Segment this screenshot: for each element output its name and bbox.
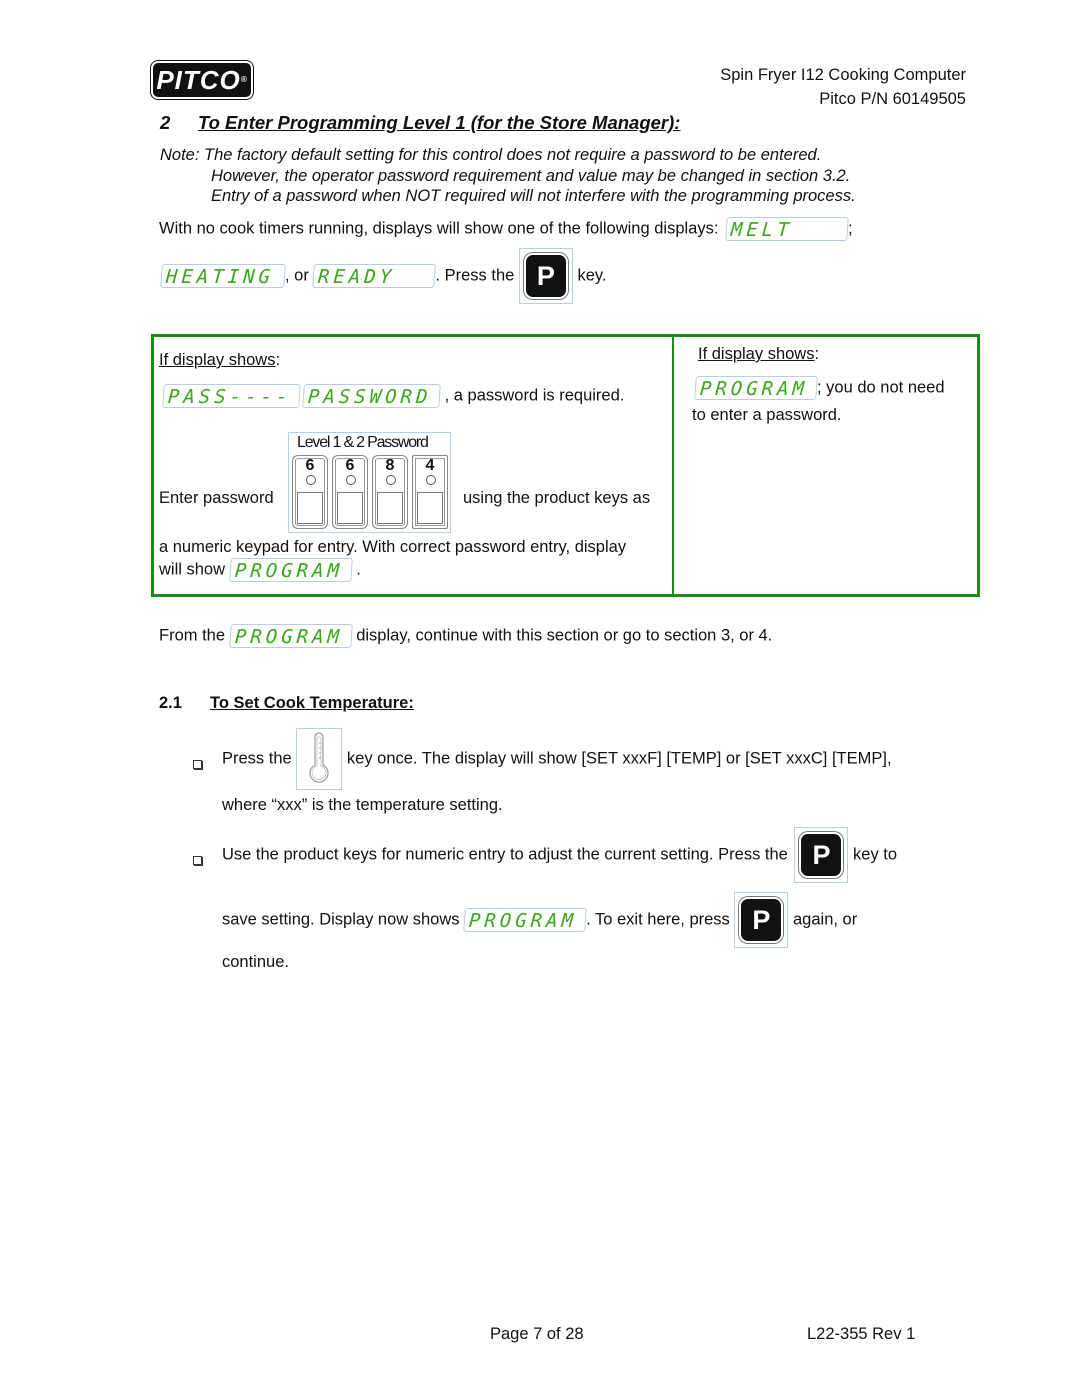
intro-line-1: With no cook timers running, displays wi…: [159, 217, 853, 241]
lcd-display-program: PROGRAM: [228, 624, 353, 648]
separator: ;: [848, 219, 853, 238]
numeric-keypad-text: a numeric keypad for entry. With correct…: [159, 538, 627, 556]
key-suffix: key.: [577, 266, 607, 285]
subsection-number: 2.1: [159, 694, 182, 712]
save-text: save setting. Display now shows: [222, 910, 460, 929]
note-line-3: Entry of a password when NOT required wi…: [211, 187, 856, 205]
step-2-text: Use the product keys for numeric entry t…: [222, 845, 788, 864]
p-key-icon: P: [741, 899, 782, 941]
left-if-display-shows: If display shows:: [159, 351, 280, 370]
document-revision: L22-355 Rev 1: [807, 1325, 916, 1343]
colon: :: [814, 345, 820, 363]
key-pad: [297, 492, 323, 524]
right-if-display-shows: If display shows:: [698, 345, 819, 364]
lcd-display-program: PROGRAM: [694, 376, 818, 400]
lcd-display-ready: READY: [312, 264, 437, 288]
intro-text: With no cook timers running, displays wi…: [159, 219, 719, 238]
product-key-3[interactable]: 8: [372, 455, 408, 529]
header-product: Spin Fryer I12 Cooking Computer: [720, 66, 966, 84]
led-icon: [426, 475, 436, 485]
no-need-text: ; you do not need: [817, 378, 945, 397]
lcd-display-password: PASSWORD: [302, 384, 441, 408]
from-text: From the: [159, 626, 226, 645]
password-displays-line: PASS---- PASSWORD , a password is require…: [162, 384, 625, 408]
logo-text: PITCO: [156, 65, 241, 95]
keypad-title: Level 1 & 2 Password: [297, 434, 429, 451]
page-number: Page 7 of 28: [490, 1325, 584, 1343]
if-label: If display shows: [698, 345, 815, 363]
key-digit: 4: [425, 457, 435, 474]
program-key[interactable]: P: [518, 248, 573, 304]
note: Note: The factory default setting for th…: [160, 145, 856, 207]
product-key-4[interactable]: 4: [412, 455, 448, 529]
press-text: . Press the: [435, 266, 515, 285]
subsection-title: To Set Cook Temperature:: [210, 694, 414, 712]
password-keypad: Level 1 & 2 Password 6 6 8 4: [288, 432, 451, 533]
checkbox-bullet-icon: [193, 856, 202, 865]
product-key-1[interactable]: 6: [292, 455, 328, 529]
colon: :: [275, 351, 281, 369]
subsection-heading: 2.1 To Set Cook Temperature:: [159, 694, 414, 713]
product-key-2[interactable]: 6: [332, 455, 368, 529]
step-1-line-2: where “xxx” is the temperature setting.: [222, 796, 503, 814]
step-1-after: key once. The display will show [SET xxx…: [346, 749, 892, 768]
section-title: To Enter Programming Level 1 (for the St…: [198, 112, 681, 133]
thermometer-icon: [309, 732, 329, 783]
note-line-2: However, the operator password requireme…: [211, 166, 851, 185]
led-icon: [346, 475, 356, 485]
led-icon: [306, 475, 316, 485]
thermometer-key[interactable]: [296, 728, 343, 790]
from-rest: display, continue with this section or g…: [356, 626, 773, 645]
header-part-number: Pitco P/N 60149505: [819, 90, 966, 108]
using-keys-text: using the product keys as: [463, 489, 651, 507]
right-program-line: PROGRAM; you do not need: [694, 376, 945, 400]
intro-line-2: HEATING, or READY. Press the P key.: [159, 248, 607, 304]
again-text: again, or: [793, 910, 858, 929]
lcd-display-pass: PASS----: [162, 384, 301, 408]
lcd-display-melt: MELT: [725, 217, 849, 241]
to-enter-text: to enter a password.: [692, 406, 842, 424]
checkbox-bullet-icon: [193, 760, 202, 769]
step-2-line-1: Use the product keys for numeric entry t…: [222, 827, 897, 883]
if-label: If display shows: [159, 351, 276, 369]
exit-text: . To exit here, press: [586, 910, 730, 929]
from-line: From the PROGRAM display, continue with …: [159, 624, 772, 648]
or-text: , or: [285, 266, 309, 285]
key-pad: [417, 492, 443, 524]
note-line-1: Note: The factory default setting for th…: [160, 146, 822, 164]
key-digit: 6: [305, 457, 315, 474]
box-divider: [672, 337, 674, 594]
section-heading: 2 To Enter Programming Level 1 (for the S…: [160, 112, 680, 134]
lcd-display-program: PROGRAM: [228, 558, 353, 582]
key-to-text: key to: [853, 845, 898, 864]
will-show-text: will show: [159, 560, 226, 579]
will-show-line: will show PROGRAM .: [159, 558, 361, 582]
step-1-line-1: Press the key once. The display will sho…: [222, 728, 892, 790]
period: .: [356, 560, 361, 579]
registered-mark: ®: [240, 75, 248, 84]
required-text: , a password is required.: [444, 386, 625, 405]
step-2-line-2: save setting. Display now shows PROGRAM.…: [222, 892, 857, 948]
enter-password-text: Enter password: [159, 489, 274, 507]
program-key[interactable]: P: [794, 827, 849, 883]
key-pad: [337, 492, 363, 524]
key-digit: 6: [345, 457, 355, 474]
p-key-icon: P: [801, 834, 842, 876]
key-pad: [377, 492, 403, 524]
press-text: Press the: [222, 749, 292, 768]
p-key-icon: P: [525, 255, 566, 297]
lcd-display-heating: HEATING: [160, 264, 286, 288]
program-key[interactable]: P: [734, 892, 789, 948]
continue-text: continue.: [222, 953, 289, 971]
section-number: 2: [160, 112, 171, 133]
lcd-display-program: PROGRAM: [463, 908, 587, 932]
pitco-logo: PITCO®: [153, 63, 251, 97]
led-icon: [386, 475, 396, 485]
key-digit: 8: [385, 457, 395, 474]
